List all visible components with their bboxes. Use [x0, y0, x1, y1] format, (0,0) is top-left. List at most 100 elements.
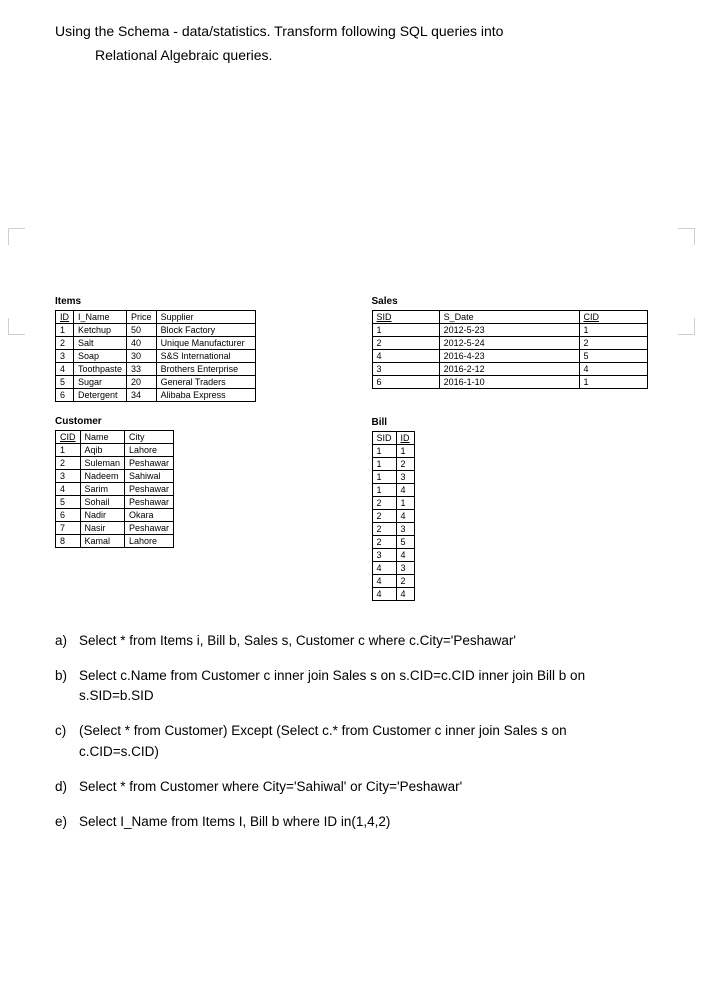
table-cell: 2 [372, 509, 396, 522]
table-cell: 1 [56, 443, 81, 456]
table-row: 13 [372, 470, 414, 483]
table-row: 25 [372, 535, 414, 548]
table-row: 42016-4-235 [372, 349, 648, 362]
intro-line-1: Using the Schema - data/statistics. Tran… [55, 20, 648, 44]
table-row: 23 [372, 522, 414, 535]
table-cell: 5 [579, 349, 648, 362]
sales-table: SID S_Date CID 12012-5-23122012-5-242420… [372, 310, 649, 389]
table-cell: Sohail [80, 495, 125, 508]
table-cell: 4 [56, 482, 81, 495]
table-cell: 4 [579, 362, 648, 375]
table-cell: 2012-5-23 [439, 323, 579, 336]
table-cell: 8 [56, 534, 81, 547]
table-cell: 1 [396, 496, 414, 509]
table-row: 6NadirOkara [56, 508, 174, 521]
table-row: 12 [372, 457, 414, 470]
table-row: 32016-2-124 [372, 362, 648, 375]
table-cell: 1 [56, 323, 74, 336]
table-cell: 5 [56, 375, 74, 388]
crop-mark [8, 318, 25, 335]
table-row: 5SohailPeshawar [56, 495, 174, 508]
table-cell: 1 [372, 457, 396, 470]
table-cell: 2016-1-10 [439, 375, 579, 388]
col-header: Price [127, 310, 157, 323]
table-cell: Brothers Enterprise [156, 362, 255, 375]
table-cell: Sahiwal [125, 469, 174, 482]
table-row: 3Soap30S&S International [56, 349, 256, 362]
table-row: 11 [372, 444, 414, 457]
table-row: 12012-5-231 [372, 323, 648, 336]
table-cell: 1 [579, 375, 648, 388]
table-row: 44 [372, 587, 414, 600]
col-header: I_Name [74, 310, 127, 323]
table-cell: 2 [579, 336, 648, 349]
question-text: (Select * from Customer) Except (Select … [79, 721, 648, 763]
col-header: SID [377, 312, 392, 322]
question-text: Select * from Customer where City='Sahiw… [79, 777, 648, 798]
table-cell: 3 [396, 470, 414, 483]
table-cell: 2016-2-12 [439, 362, 579, 375]
crop-mark [8, 228, 25, 245]
table-row: 6Detergent34Alibaba Express [56, 388, 256, 401]
table-cell: 1 [372, 470, 396, 483]
table-cell: Peshawar [125, 482, 174, 495]
question-text: Select c.Name from Customer c inner join… [79, 666, 648, 708]
question-label: a) [55, 631, 79, 652]
table-row: 1AqibLahore [56, 443, 174, 456]
table-cell: Lahore [125, 443, 174, 456]
table-cell: 2 [372, 522, 396, 535]
table-row: 42 [372, 574, 414, 587]
intro-text: Using the Schema - data/statistics. Tran… [55, 20, 648, 68]
table-cell: 4 [372, 587, 396, 600]
customer-table-title: Customer [55, 416, 332, 427]
table-cell: Kamal [80, 534, 125, 547]
table-cell: Detergent [74, 388, 127, 401]
table-row: 14 [372, 483, 414, 496]
col-header: SID [372, 431, 396, 444]
question: d)Select * from Customer where City='Sah… [55, 777, 648, 798]
table-cell: 4 [372, 349, 439, 362]
bill-table: SID ID 111213142124232534434244 [372, 431, 415, 601]
table-cell: Peshawar [125, 521, 174, 534]
table-cell: S&S International [156, 349, 255, 362]
col-header: Name [80, 430, 125, 443]
items-header-row: ID I_Name Price Supplier [56, 310, 256, 323]
question: e)Select I_Name from Items I, Bill b whe… [55, 812, 648, 833]
table-cell: 3 [372, 548, 396, 561]
table-cell: 2 [56, 336, 74, 349]
table-row: 4SarimPeshawar [56, 482, 174, 495]
question-text: Select * from Items i, Bill b, Sales s, … [79, 631, 648, 652]
table-row: 34 [372, 548, 414, 561]
table-row: 3NadeemSahiwal [56, 469, 174, 482]
question: a)Select * from Items i, Bill b, Sales s… [55, 631, 648, 652]
question-label: b) [55, 666, 79, 708]
table-cell: 2 [372, 336, 439, 349]
table-row: 62016-1-101 [372, 375, 648, 388]
table-cell: 4 [396, 483, 414, 496]
table-cell: 2012-5-24 [439, 336, 579, 349]
table-row: 1Ketchup50Block Factory [56, 323, 256, 336]
customer-table: CID Name City 1AqibLahore2SulemanPeshawa… [55, 430, 174, 548]
table-cell: Nadeem [80, 469, 125, 482]
question-label: e) [55, 812, 79, 833]
table-cell: 1 [372, 483, 396, 496]
table-cell: 3 [396, 522, 414, 535]
table-cell: Okara [125, 508, 174, 521]
intro-line-2: Relational Algebraic queries. [55, 44, 648, 68]
table-cell: 20 [127, 375, 157, 388]
table-cell: 2 [56, 456, 81, 469]
table-cell: 5 [396, 535, 414, 548]
crop-mark [678, 318, 695, 335]
table-cell: Salt [74, 336, 127, 349]
question: b)Select c.Name from Customer c inner jo… [55, 666, 648, 708]
table-cell: 3 [396, 561, 414, 574]
table-cell: 2 [396, 574, 414, 587]
table-cell: 7 [56, 521, 81, 534]
table-cell: 30 [127, 349, 157, 362]
document-page: Using the Schema - data/statistics. Tran… [0, 0, 703, 887]
question-text: Select I_Name from Items I, Bill b where… [79, 812, 648, 833]
table-cell: 1 [396, 444, 414, 457]
table-row: 8KamalLahore [56, 534, 174, 547]
table-cell: 4 [396, 509, 414, 522]
table-cell: Sugar [74, 375, 127, 388]
